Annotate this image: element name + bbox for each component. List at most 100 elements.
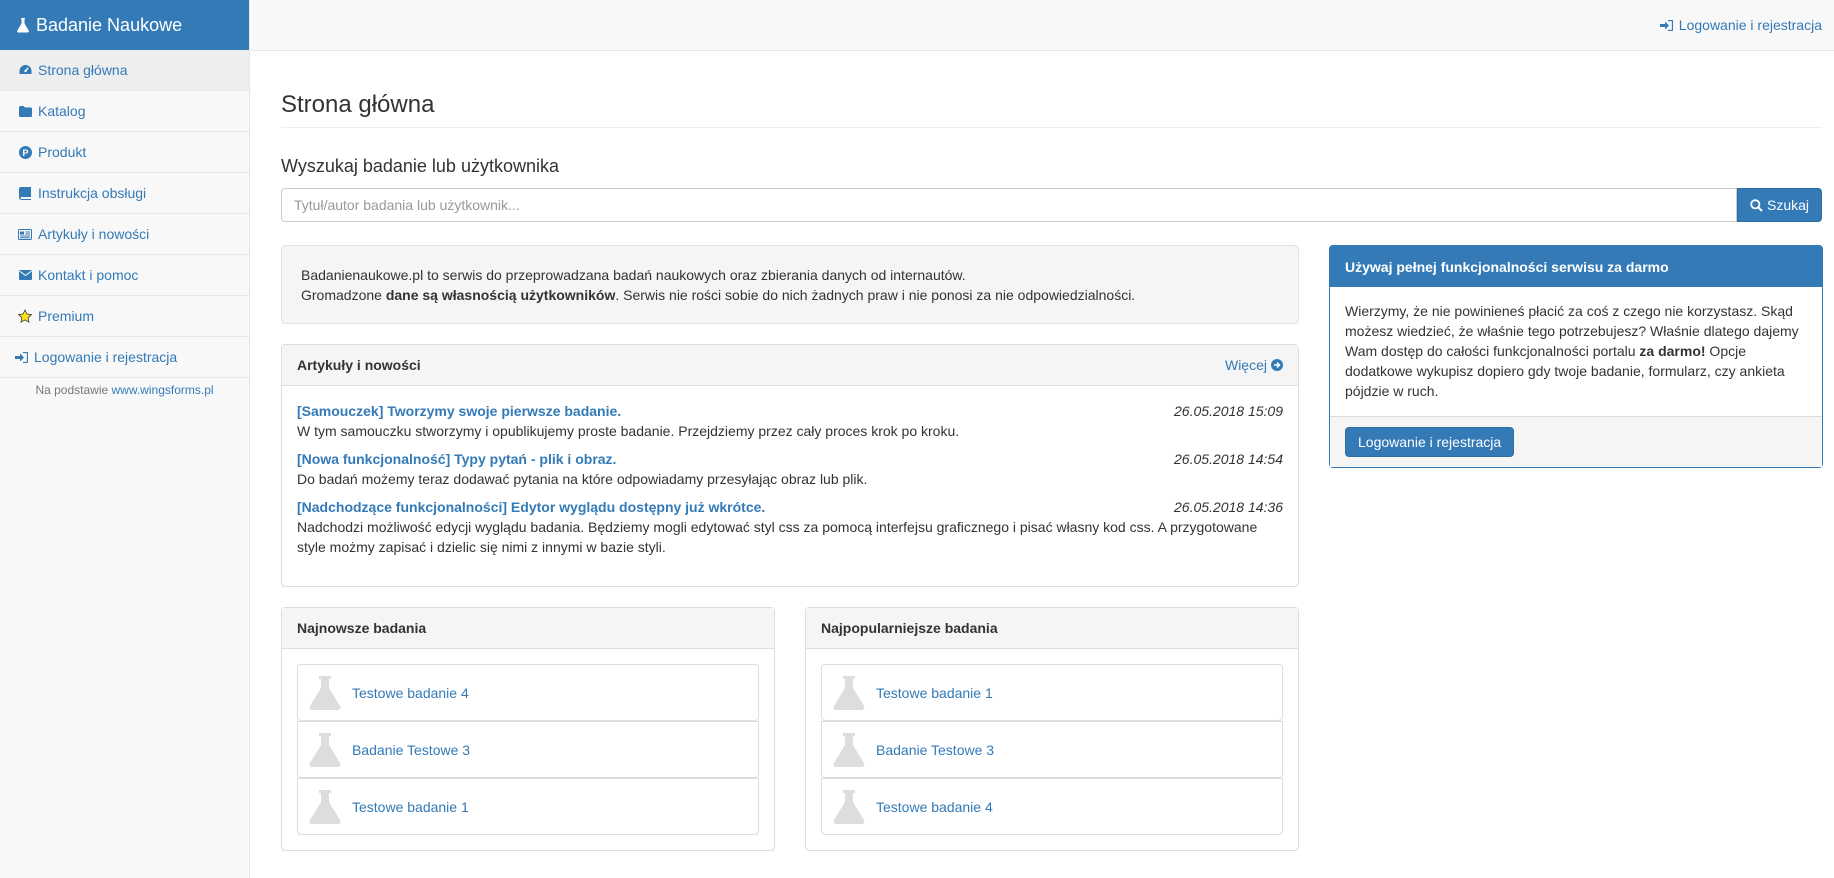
flask-icon xyxy=(833,675,865,710)
promo-heading: Używaj pełnej funkcjonalności serwisu za… xyxy=(1330,246,1822,287)
info-line-2-bold: dane są własnością użytkowników xyxy=(385,287,616,303)
popular-body: Testowe badanie 1 Badanie Testowe 3 Test… xyxy=(806,649,1298,850)
articles-more-label: Więcej xyxy=(1224,357,1267,373)
article-date: 26.05.2018 15:09 xyxy=(1174,403,1283,419)
search-button[interactable]: Szukaj xyxy=(1737,188,1822,222)
study-list-item[interactable]: Testowe badanie 4 xyxy=(821,778,1283,835)
flask-icon xyxy=(309,732,341,767)
sidebar-item-articles[interactable]: Artykuły i nowości xyxy=(0,214,249,255)
articles-body: [Samouczek] Tworzymy swoje pierwsze bada… xyxy=(282,386,1298,557)
article-date: 26.05.2018 14:36 xyxy=(1174,499,1283,515)
newest-panel: Najnowsze badania Testowe badanie 4 Bada… xyxy=(281,607,775,851)
study-list-item[interactable]: Testowe badanie 4 xyxy=(297,664,759,721)
flask-icon xyxy=(17,18,29,33)
sidebar-item-login[interactable]: Logowanie i rejestracja xyxy=(0,337,249,378)
promo-login-button[interactable]: Logowanie i rejestracja xyxy=(1345,427,1515,457)
info-line-2-suffix: . Serwis nie rości sobie do nich żadnych… xyxy=(615,287,1136,303)
credit-prefix: Na podstawie xyxy=(35,383,109,397)
promo-panel: Używaj pełnej funkcjonalności serwisu za… xyxy=(1329,245,1823,468)
flask-icon xyxy=(309,675,341,710)
info-line-2-prefix: Gromadzone xyxy=(301,287,386,303)
promo-body: Wierzymy, że nie powinieneś płacić za co… xyxy=(1330,287,1822,416)
popular-heading: Najpopularniejsze badania xyxy=(806,608,1298,649)
topbar: Logowanie i rejestracja xyxy=(251,0,1834,51)
search-bar: Szukaj xyxy=(281,188,1822,222)
sidebar-item-label: Logowanie i rejestracja xyxy=(34,349,178,365)
sidebar-item-catalog[interactable]: Katalog xyxy=(0,91,249,132)
page-title: Strona główna xyxy=(281,91,1822,128)
study-list-item[interactable]: Badanie Testowe 3 xyxy=(821,721,1283,778)
topbar-login-link[interactable]: Logowanie i rejestracja xyxy=(1659,17,1822,33)
study-list-item[interactable]: Badanie Testowe 3 xyxy=(297,721,759,778)
newest-heading-title: Najnowsze badania xyxy=(297,620,427,636)
article-item: [Nowa funkcjonalność] Typy pytań - plik … xyxy=(297,449,1283,489)
book-icon xyxy=(18,186,32,200)
article-title[interactable]: [Samouczek] Tworzymy swoje pierwsze bada… xyxy=(297,401,621,421)
study-title: Badanie Testowe 3 xyxy=(876,741,995,758)
article-title[interactable]: [Nowa funkcjonalność] Typy pytań - plik … xyxy=(297,449,616,469)
sidebar-item-label: Produkt xyxy=(38,144,87,160)
info-line-2: Gromadzone dane są własnością użytkownik… xyxy=(301,285,1279,305)
search-button-label: Szukaj xyxy=(1766,197,1810,213)
article-text: Nadchodzi możliwość edycji wyglądu badan… xyxy=(297,519,1258,555)
study-title: Testowe badanie 1 xyxy=(876,684,993,701)
sidebar-item-label: Instrukcja obsługi xyxy=(38,185,147,201)
article-text: Do badań możemy teraz dodawać pytania na… xyxy=(297,471,868,487)
study-list-item[interactable]: Testowe badanie 1 xyxy=(297,778,759,835)
sign-in-icon xyxy=(1659,19,1673,31)
credit-link[interactable]: www.wingsforms.pl xyxy=(112,383,214,397)
brand-title: Badanie Naukowe xyxy=(36,14,183,35)
flask-icon xyxy=(833,789,865,824)
sidebar-item-home[interactable]: Strona główna xyxy=(0,50,249,91)
study-title: Testowe badanie 4 xyxy=(352,684,469,701)
promo-footer: Logowanie i rejestracja xyxy=(1330,416,1822,467)
info-line-1: Badanienaukowe.pl to serwis do przeprowa… xyxy=(301,267,966,283)
sidebar-item-label: Katalog xyxy=(38,103,86,119)
right-column: Używaj pełnej funkcjonalności serwisu za… xyxy=(1329,245,1823,468)
article-title[interactable]: [Nadchodzące funkcjonalności] Edytor wyg… xyxy=(297,497,765,517)
newest-heading: Najnowsze badania xyxy=(282,608,774,649)
popular-heading-title: Najpopularniejsze badania xyxy=(821,620,998,636)
credit: Na podstawie www.wingsforms.pl xyxy=(0,383,249,397)
study-list-item[interactable]: Testowe badanie 1 xyxy=(821,664,1283,721)
article-item: [Nadchodzące funkcjonalności] Edytor wyg… xyxy=(297,497,1283,557)
flask-icon xyxy=(833,732,865,767)
topbar-login-label: Logowanie i rejestracja xyxy=(1678,17,1822,33)
sidebar-item-label: Premium xyxy=(38,308,95,324)
articles-heading: Artykuły i nowości Więcej xyxy=(282,345,1298,386)
star-icon xyxy=(18,309,32,323)
sidebar-item-label: Artykuły i nowości xyxy=(38,226,150,242)
search-title: Wyszukaj badanie lub użytkownika xyxy=(281,156,559,176)
product-p-icon: P xyxy=(18,145,32,159)
search-input[interactable] xyxy=(281,188,1737,222)
sidebar-item-product[interactable]: P Produkt xyxy=(0,132,249,173)
article-date: 26.05.2018 14:54 xyxy=(1174,451,1283,467)
article-item: [Samouczek] Tworzymy swoje pierwsze bada… xyxy=(297,401,1283,441)
left-column: Badanienaukowe.pl to serwis do przeprowa… xyxy=(281,245,1299,851)
brand[interactable]: Badanie Naukowe xyxy=(0,0,249,50)
study-title: Testowe badanie 1 xyxy=(352,798,469,815)
sign-in-icon xyxy=(14,350,28,364)
newspaper-icon xyxy=(18,227,32,241)
article-text: W tym samouczku stworzymy i opublikujemy… xyxy=(297,423,960,439)
sidebar-item-label: Strona główna xyxy=(38,62,128,78)
popular-panel: Najpopularniejsze badania Testowe badani… xyxy=(805,607,1299,851)
arrow-circle-right-icon xyxy=(1271,359,1283,371)
main-content: Strona główna Wyszukaj badanie lub użytk… xyxy=(281,51,1823,851)
envelope-icon xyxy=(18,268,32,282)
dashboard-icon xyxy=(18,63,32,77)
search-icon xyxy=(1750,198,1763,212)
flask-icon xyxy=(309,789,341,824)
svg-text:P: P xyxy=(22,148,28,158)
articles-panel: Artykuły i nowości Więcej [Samouczek] Tw… xyxy=(281,344,1299,587)
folder-icon xyxy=(18,104,32,118)
sidebar-item-contact[interactable]: Kontakt i pomoc xyxy=(0,255,249,296)
sidebar-item-label: Kontakt i pomoc xyxy=(38,267,139,283)
articles-more-link[interactable]: Więcej xyxy=(1225,357,1283,373)
promo-text-bold: za darmo! xyxy=(1639,343,1706,359)
sidebar-item-manual[interactable]: Instrukcja obsługi xyxy=(0,173,249,214)
info-box: Badanienaukowe.pl to serwis do przeprowa… xyxy=(281,245,1299,324)
newest-body: Testowe badanie 4 Badanie Testowe 3 Test… xyxy=(282,649,774,850)
sidebar-item-premium[interactable]: Premium xyxy=(0,296,249,337)
sidebar: Badanie Naukowe Strona główna Katalog P … xyxy=(0,0,250,878)
